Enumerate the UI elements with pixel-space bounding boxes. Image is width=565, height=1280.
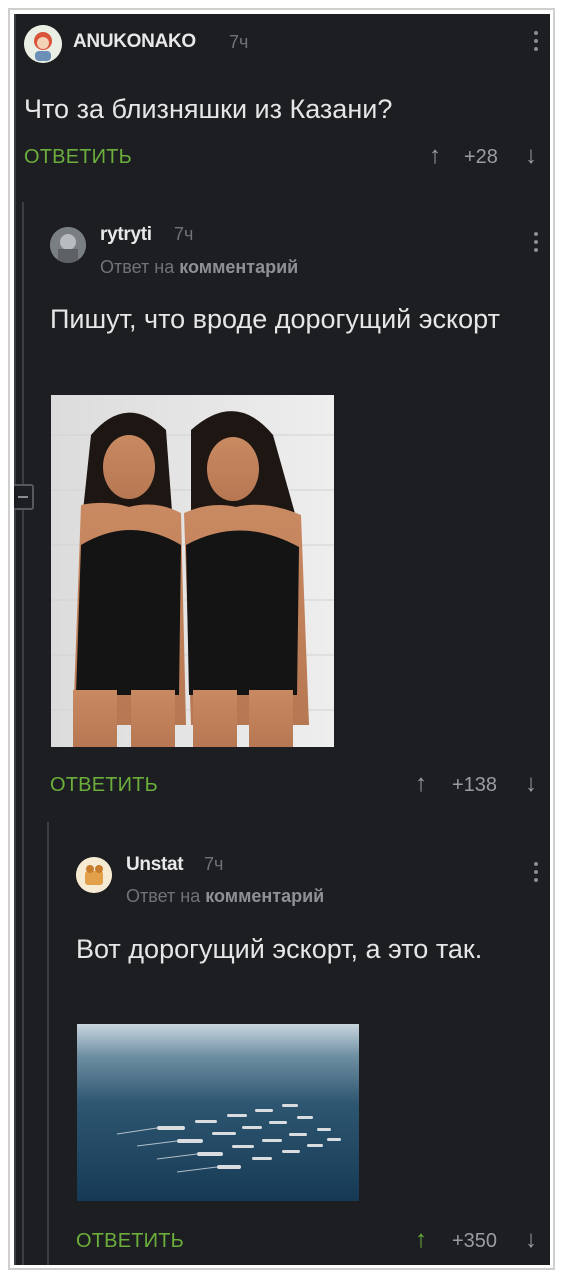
reply-button[interactable]: ОТВЕТИТЬ	[50, 774, 158, 797]
comment-text: Вот дорогущий эскорт, а это так.	[76, 934, 483, 964]
comment-author[interactable]: Unstat	[126, 854, 184, 876]
more-vertical-icon[interactable]	[533, 232, 539, 256]
comment-time: 7ч	[229, 32, 249, 52]
fleet-photo-image	[77, 1024, 359, 1201]
comment-image-twins[interactable]	[51, 395, 334, 747]
comment-text: Что за близняшки из Казани?	[24, 94, 393, 124]
thread-line-level-2[interactable]	[22, 202, 24, 1265]
comment-score: +28	[464, 146, 498, 168]
more-vertical-icon[interactable]	[533, 862, 539, 886]
reply-to-line: Ответ на комментарий	[126, 886, 324, 907]
reply-button[interactable]: ОТВЕТИТЬ	[24, 146, 132, 169]
reply-to-prefix: Ответ на	[100, 257, 175, 277]
comment-image-fleet[interactable]	[77, 1024, 359, 1201]
reply-to-link[interactable]: комментарий	[179, 257, 298, 277]
arrow-down-icon[interactable]: ↓	[525, 144, 537, 168]
arrow-up-icon[interactable]: ↑	[415, 772, 427, 796]
comment-score: +350	[452, 1230, 498, 1252]
comment-score: +138	[452, 774, 498, 796]
avatar-image-icon	[50, 227, 86, 263]
twins-photo-image	[51, 395, 334, 747]
avatar[interactable]	[76, 857, 112, 893]
thread-line-level-1	[14, 14, 16, 1265]
comment-text: Пишут, что вроде дорогущий эскорт	[50, 304, 500, 334]
comment-author[interactable]: rytryti	[100, 224, 152, 246]
reply-button[interactable]: ОТВЕТИТЬ	[76, 1230, 184, 1253]
comments-screen: ANUKONAKO 7ч Что за близняшки из Казани?…	[14, 14, 550, 1265]
arrow-up-icon[interactable]: ↑	[415, 1228, 427, 1252]
thread-line-level-3[interactable]	[47, 822, 49, 1265]
arrow-up-icon[interactable]: ↑	[429, 144, 441, 168]
avatar[interactable]	[24, 25, 62, 63]
collapse-thread-button[interactable]	[14, 484, 34, 510]
avatar-image-icon	[24, 25, 62, 63]
comment-time: 7ч	[174, 224, 194, 244]
reply-to-link[interactable]: комментарий	[205, 886, 324, 906]
avatar[interactable]	[50, 227, 86, 263]
reply-to-prefix: Ответ на	[126, 886, 201, 906]
avatar-image-icon	[76, 857, 112, 893]
comment-time: 7ч	[204, 854, 224, 874]
reply-to-line: Ответ на комментарий	[100, 257, 298, 278]
arrow-down-icon[interactable]: ↓	[525, 1228, 537, 1252]
comment-author[interactable]: ANUKONAKO	[73, 31, 196, 53]
more-vertical-icon[interactable]	[533, 31, 539, 55]
arrow-down-icon[interactable]: ↓	[525, 772, 537, 796]
